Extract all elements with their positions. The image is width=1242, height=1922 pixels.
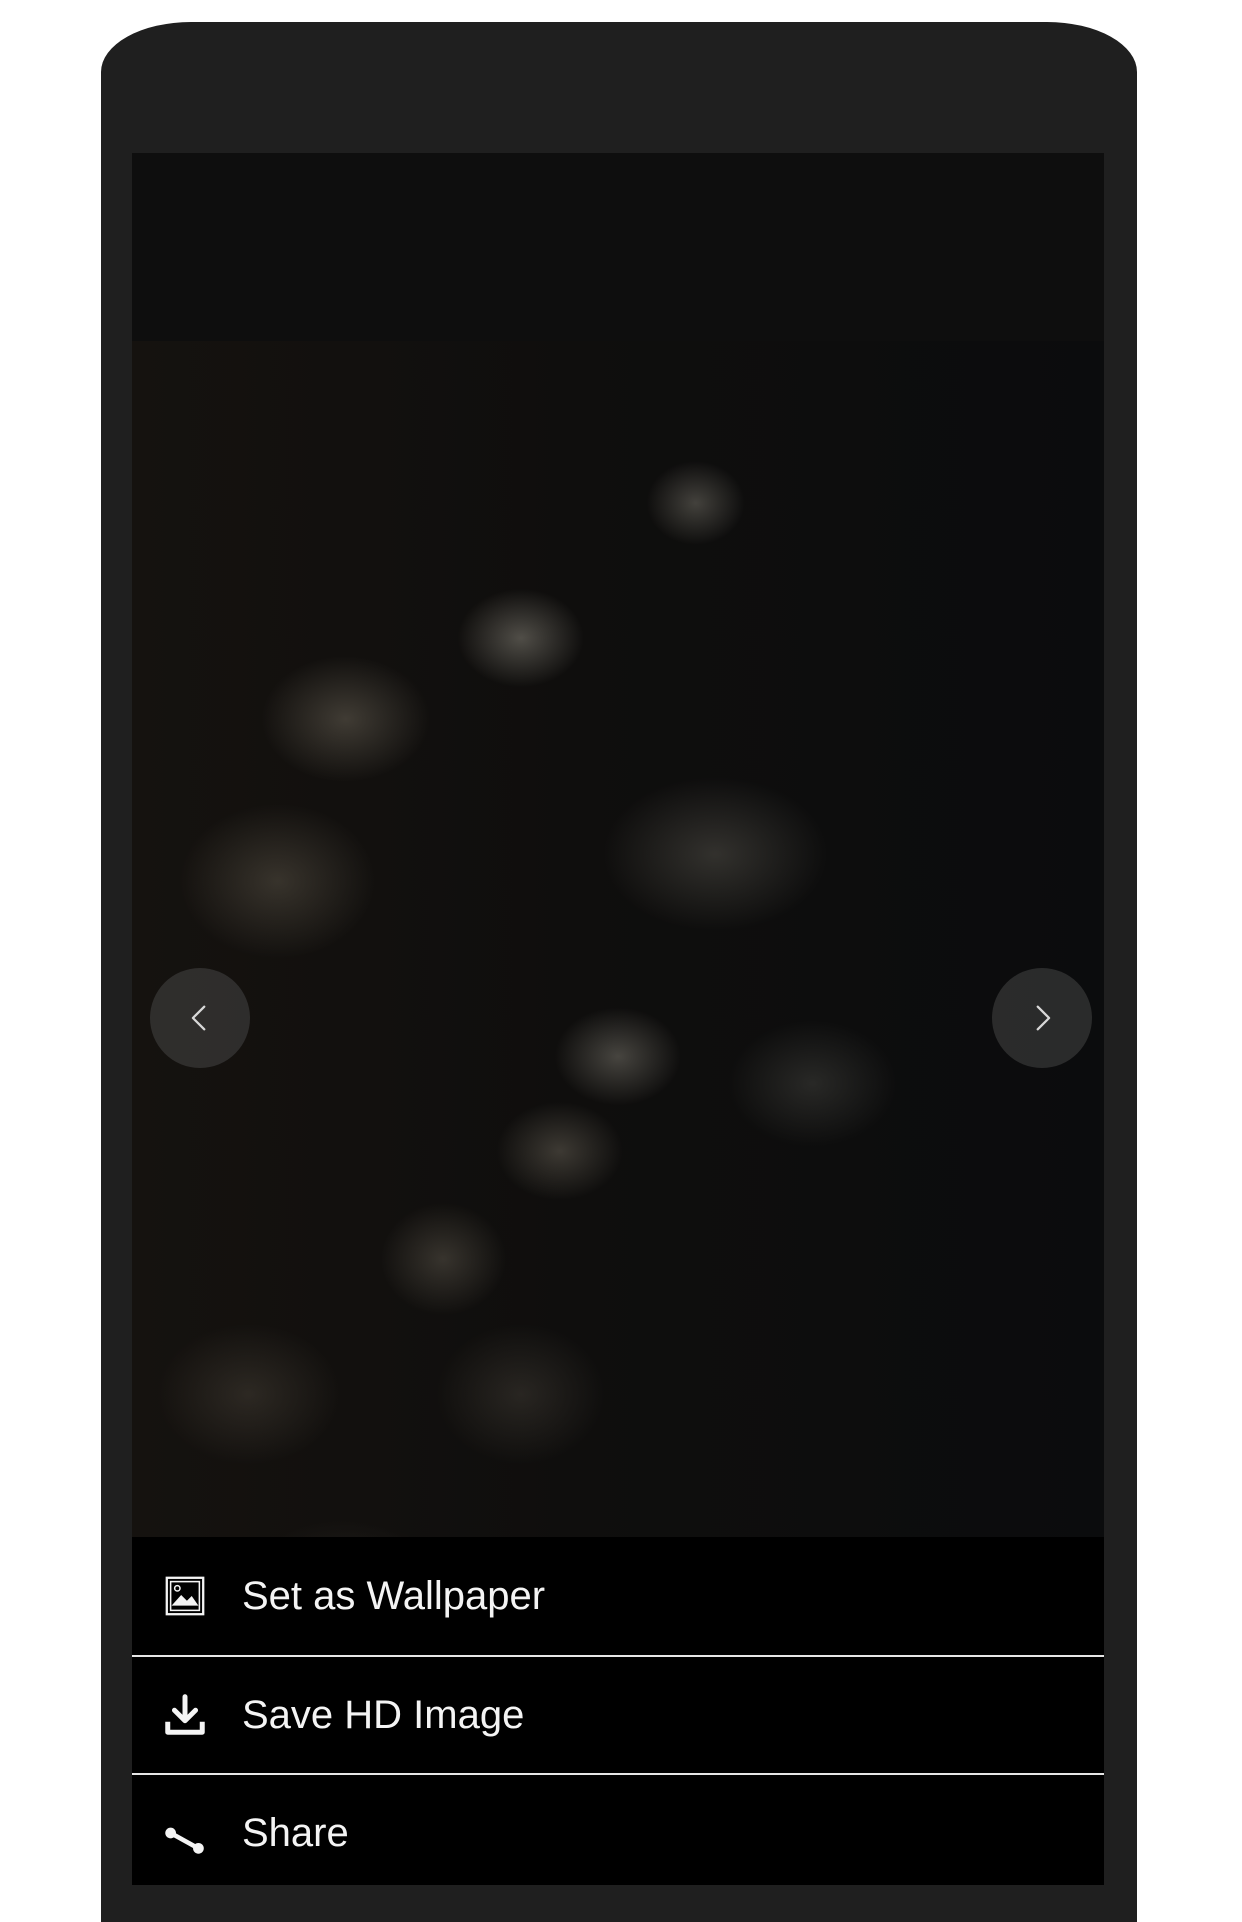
- action-menu: Set as Wallpaper Save HD Image Share: [132, 1537, 1104, 1885]
- chevron-right-icon: [1036, 1005, 1051, 1031]
- download-icon: [160, 1690, 210, 1740]
- wallpaper-preview-image: [132, 341, 1104, 1691]
- save-hd-image-button[interactable]: Save HD Image: [132, 1655, 1104, 1773]
- share-icon: [160, 1808, 210, 1858]
- share-label: Share: [242, 1810, 349, 1855]
- save-hd-image-label: Save HD Image: [242, 1692, 525, 1737]
- set-wallpaper-label: Set as Wallpaper: [242, 1573, 546, 1618]
- next-wallpaper-button[interactable]: [992, 968, 1092, 1068]
- set-wallpaper-button[interactable]: Set as Wallpaper: [132, 1537, 1104, 1655]
- screen: Set as Wallpaper Save HD Image Share: [132, 153, 1104, 1885]
- share-button[interactable]: Share: [132, 1773, 1104, 1885]
- image-icon: [160, 1571, 210, 1621]
- previous-wallpaper-button[interactable]: [150, 968, 250, 1068]
- chevron-left-icon: [191, 1005, 206, 1031]
